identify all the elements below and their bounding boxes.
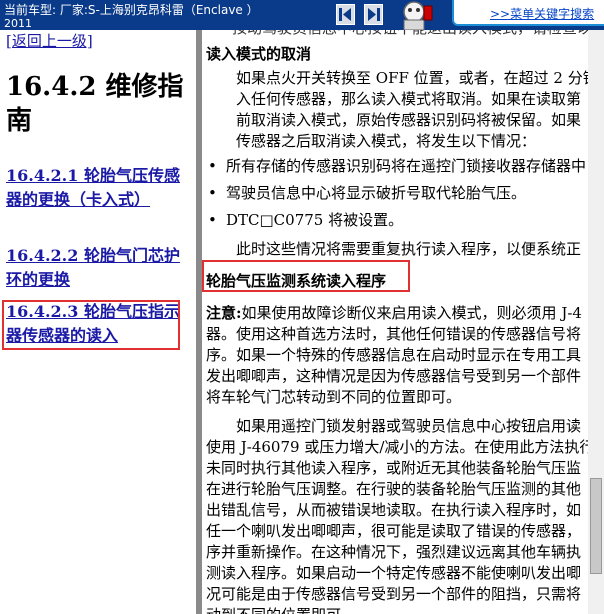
forward-arrow-icon[interactable]	[364, 4, 383, 25]
toc-item-label: 16.4.2.1 轮胎气压传感器的更换（卡入式）	[6, 166, 180, 209]
text-line: 序并重新操作。在这种情况下，强烈建议远离其他车辆执	[206, 543, 582, 561]
heading-learn-mode-cancel: 读入模式的取消	[206, 45, 312, 63]
paragraph-remote-learn: 如果用遥控门锁发射器或驾驶员信息中心按钮启用读 使用 J-46079 或压力增大…	[206, 416, 604, 614]
bullet-item: • DTC□C0775 将被设置。	[208, 211, 404, 229]
mascot-icon	[390, 0, 442, 30]
note-paragraph: 注意:如果使用故障诊断仪来启用读入模式，则必须用 J-4 器。使用这种首选方法时…	[206, 303, 604, 408]
bullet-item: • 所有存储的传感器识别码将在遥控门锁接收器存储器中	[208, 157, 587, 175]
toc-item-valve-ring-replace[interactable]: 16.4.2.2 轮胎气门芯护环的更换	[6, 244, 190, 292]
back-to-parent-link[interactable]: [返回上一级]	[6, 30, 93, 51]
text-line: 传感器之后取消读入模式，将发生以下情况：	[236, 132, 537, 150]
text-line: 未同时执行其他读入程序，或附近无其他装备轮胎气压监	[206, 459, 582, 477]
bullet-item: • 驾驶员信息中心将显示破折号取代轮胎气压。	[208, 184, 527, 202]
scrollbar-thumb[interactable]	[590, 478, 602, 574]
text-line: 序。如果一个特殊的传感器信息在启动时显示在专用工具	[206, 346, 582, 364]
text-line: 测读入程序。如果启动一个特定传感器不能使喇叭发出唧	[206, 564, 582, 582]
bullet-text: DTC□C0775 将被设置。	[226, 211, 404, 229]
text-line: 使用 J-46079 或压力增大/减小的方法。在使用此方法执行	[206, 438, 595, 456]
text-line-rest: 如果使用故障诊断仪来启用读入模式，则必须用 J-4	[241, 304, 582, 322]
text-line: 出错乱信号，从而被错误地读取。在执行读入程序时，如	[206, 501, 582, 519]
text-line: 器。使用这种首选方法时，其他任何错误的传感器信号将	[206, 325, 582, 343]
left-nav-pane: [返回上一级] 16.4.2 维修指南 16.4.2.1 轮胎气压传感器的更换（…	[0, 30, 196, 614]
highlight-box	[202, 260, 410, 292]
model-year: 2011	[4, 17, 32, 30]
text-line: 如果用遥控门锁发射器或驾驶员信息中心按钮启用读	[236, 417, 582, 435]
text-line: 将车轮气门芯转动到不同的位置即可。	[206, 388, 462, 406]
text-line: 前取消读入模式，原始传感器识别码将被保留。如果	[236, 111, 582, 129]
note-label: 注意:	[206, 304, 242, 322]
paragraph-learn-cancel: 如果点火开关转换至 OFF 位置，或者，在超过 2 分钟 入任何传感器，那么读入…	[206, 68, 604, 152]
paragraph-repeat-learn: 此时这些情况将需要重复执行读入程序，以便系统正	[236, 240, 582, 258]
text-line: 况可能是由于传感器信号受到另一个部件的阻挡，只需将	[206, 585, 582, 603]
highlight-box	[2, 300, 180, 350]
bullet-text: 所有存储的传感器识别码将在遥控门锁接收器存储器中	[226, 157, 587, 175]
section-title: 16.4.2 维修指南	[6, 72, 184, 136]
bullet-text: 驾驶员信息中心将显示破折号取代轮胎气压。	[226, 184, 527, 202]
content-pane: 按动驾驶员信息中心按钮不能退出读入模式，请检查以下情况。 读入模式的取消 如果点…	[202, 30, 604, 614]
text-line: 在进行轮胎气压调整。在行驶的装备轮胎气压监测的其他	[206, 480, 582, 498]
menu-keyword-search-link[interactable]: >>菜单关键字搜索	[490, 5, 594, 22]
top-bar: 当前车型: 厂家:S-上海别克昂科雷（Enclave ） 2011 >>菜单关键…	[0, 0, 604, 30]
text-line: 发出唧唧声，这种情况是因为传感器信号受到另一个部件	[206, 367, 582, 385]
text-line: 入任何传感器，那么读入模式将取消。如果在读取第	[236, 90, 582, 108]
toc-item-tire-sensor-replace[interactable]: 16.4.2.1 轮胎气压传感器的更换（卡入式）	[6, 164, 190, 212]
text-line: 动到不同的位置即可。	[206, 605, 604, 614]
text-line: 任一个喇叭发出唧唧声，很可能是读取了错误的传感器，	[206, 522, 582, 540]
toc-item-label: 16.4.2.2 轮胎气门芯护环的更换	[6, 246, 180, 289]
partial-text-line: 按动驾驶员信息中心按钮不能退出读入模式，请检查以下情况。	[232, 30, 604, 39]
text-line: 如果点火开关转换至 OFF 位置，或者，在超过 2 分钟	[236, 69, 598, 87]
current-vehicle-label: 当前车型: 厂家:S-上海别克昂科雷（Enclave ）	[4, 3, 259, 17]
back-arrow-icon[interactable]	[336, 4, 355, 25]
text-line: 注意:如果使用故障诊断仪来启用读入模式，则必须用 J-4	[206, 303, 604, 324]
